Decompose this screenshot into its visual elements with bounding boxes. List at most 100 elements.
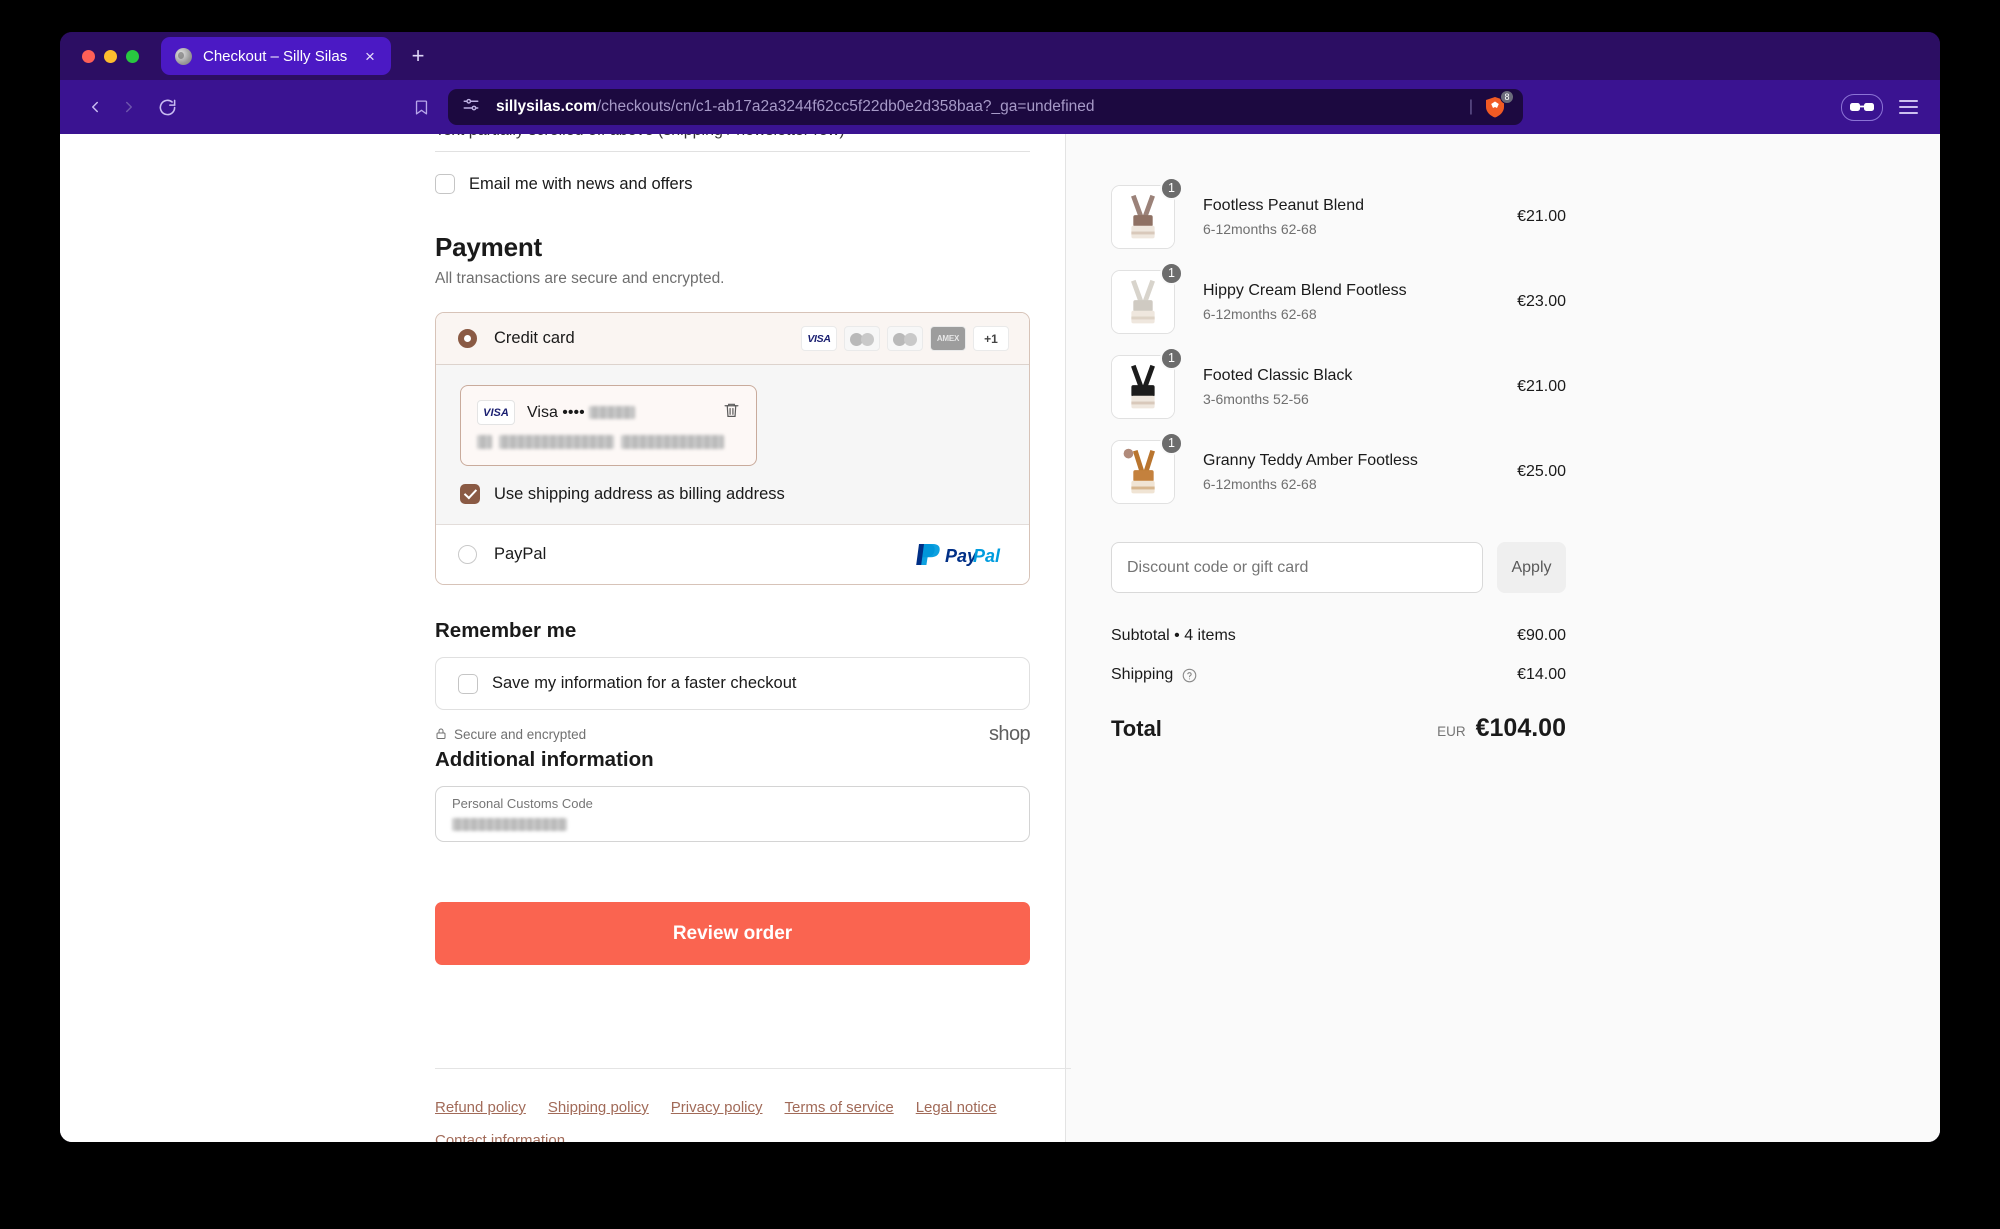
list-item: 1 Hippy Cream Blend Footless 6-12months … xyxy=(1111,259,1566,344)
site-settings-icon[interactable] xyxy=(462,96,482,119)
footer-link-contact-information[interactable]: Contact information xyxy=(435,1132,565,1142)
credit-card-option[interactable]: Credit card VISA AMEX +1 xyxy=(436,313,1029,365)
remember-me-section: Remember me Save my information for a fa… xyxy=(435,619,1031,746)
toolbar-right-group xyxy=(1841,93,1922,121)
tab-strip: Checkout – Silly Silas × + xyxy=(60,32,1940,80)
payment-title: Payment xyxy=(435,232,542,262)
tab-title: Checkout – Silly Silas xyxy=(203,47,348,65)
product-variant: 6-12months 62-68 xyxy=(1203,475,1317,492)
subtotal-label: Subtotal • 4 items xyxy=(1111,627,1236,644)
shop-pay-logo: shop xyxy=(989,723,1031,745)
browser-tab[interactable]: Checkout – Silly Silas × xyxy=(161,37,391,75)
billing-address-row[interactable]: Use shipping address as billing address xyxy=(460,466,1005,524)
card-brand-list: VISA AMEX +1 xyxy=(801,326,1009,351)
browser-menu-icon[interactable] xyxy=(1899,99,1918,115)
scrolled-off-row: Text partially scrolled off above (shipp… xyxy=(435,134,1030,152)
close-icon[interactable]: × xyxy=(361,48,379,65)
shipping-row: Shipping €14.00 xyxy=(1111,666,1566,684)
secure-encrypted-row: Secure and encrypted shop xyxy=(435,723,1031,746)
secure-text: Secure and encrypted xyxy=(454,727,587,742)
svg-text:Pal: Pal xyxy=(973,546,1001,566)
newsletter-row[interactable]: Email me with news and offers xyxy=(435,168,1030,200)
footer-link-shipping-policy[interactable]: Shipping policy xyxy=(548,1099,649,1116)
masked-customs-code xyxy=(452,818,567,832)
checkout-page: Text partially scrolled off above (shipp… xyxy=(60,134,1940,1142)
subtotal-value: €90.00 xyxy=(1517,627,1566,644)
url-divider: | xyxy=(1468,98,1473,115)
footer-link-refund-policy[interactable]: Refund policy xyxy=(435,1099,526,1116)
masked-detail-2 xyxy=(499,435,614,449)
product-variant: 3-6months 52-56 xyxy=(1203,390,1309,407)
quantity-badge: 1 xyxy=(1160,431,1183,455)
product-price: €23.00 xyxy=(1517,292,1566,310)
checkout-form-column: Text partially scrolled off above (shipp… xyxy=(60,134,1071,1142)
product-name: Footless Peanut Blend xyxy=(1203,196,1364,214)
personal-customs-code-field[interactable]: Personal Customs Code xyxy=(435,786,1030,842)
product-variant: 6-12months 62-68 xyxy=(1203,220,1317,237)
maestro-icon xyxy=(887,326,923,351)
order-summary-column: 1 Footless Peanut Blend 6-12months 62-68… xyxy=(1065,134,1940,1142)
payment-subtitle: All transactions are secure and encrypte… xyxy=(435,270,725,287)
total-label: Total xyxy=(1111,716,1162,741)
help-icon[interactable] xyxy=(1182,668,1197,683)
globe-icon xyxy=(175,47,192,65)
window-controls[interactable] xyxy=(70,49,139,63)
newsletter-label: Email me with news and offers xyxy=(469,174,693,193)
footer-link-privacy-policy[interactable]: Privacy policy xyxy=(671,1099,763,1116)
discount-input[interactable] xyxy=(1111,542,1483,593)
reader-glasses-icon[interactable] xyxy=(1841,93,1883,121)
address-bar[interactable]: sillysilas.com/checkouts/cn/c1-ab17a2a32… xyxy=(448,89,1523,125)
paypal-logo-icon: Pay Pal xyxy=(915,542,1009,568)
save-info-checkbox[interactable] xyxy=(458,673,478,694)
payment-section: Payment All transactions are secure and … xyxy=(435,232,1030,585)
paypal-option[interactable]: PayPal Pay Pal xyxy=(436,524,1029,584)
reload-icon[interactable] xyxy=(150,90,184,124)
paypal-radio[interactable] xyxy=(458,545,477,564)
apply-discount-button[interactable]: Apply xyxy=(1497,542,1566,593)
review-order-button[interactable]: Review order xyxy=(435,902,1030,965)
quantity-badge: 1 xyxy=(1160,346,1183,370)
back-icon[interactable] xyxy=(78,90,112,124)
close-window-button[interactable] xyxy=(82,49,95,63)
footer-link-legal-notice[interactable]: Legal notice xyxy=(916,1099,997,1116)
lock-icon xyxy=(435,727,447,743)
quantity-badge: 1 xyxy=(1160,261,1183,285)
url-text[interactable]: sillysilas.com/checkouts/cn/c1-ab17a2a32… xyxy=(496,98,1463,116)
personal-customs-code-label: Personal Customs Code xyxy=(452,796,593,811)
payment-methods-box: Credit card VISA AMEX +1 VISA Visa •••• … xyxy=(435,312,1030,585)
product-name: Granny Teddy Amber Footless xyxy=(1203,451,1418,469)
credit-card-radio[interactable] xyxy=(458,329,477,348)
browser-toolbar: sillysilas.com/checkouts/cn/c1-ab17a2a32… xyxy=(60,80,1940,134)
save-info-label: Save my information for a faster checkou… xyxy=(492,674,797,692)
forward-icon[interactable] xyxy=(112,90,146,124)
visa-icon: VISA xyxy=(801,326,837,351)
checkout-footer: Refund policy Shipping policy Privacy po… xyxy=(435,1068,1071,1142)
product-name: Hippy Cream Blend Footless xyxy=(1203,281,1407,299)
bookmark-icon[interactable] xyxy=(404,90,438,124)
paypal-label: PayPal xyxy=(494,545,547,563)
delete-card-icon[interactable] xyxy=(723,401,740,424)
more-cards-badge[interactable]: +1 xyxy=(973,326,1009,351)
newsletter-checkbox[interactable] xyxy=(435,174,455,194)
quantity-badge: 1 xyxy=(1160,176,1183,200)
saved-card-details xyxy=(477,435,740,449)
shipping-label-group: Shipping xyxy=(1111,666,1197,684)
brave-shield-icon[interactable]: 8 xyxy=(1483,90,1514,119)
total-row: Total EUR €104.00 xyxy=(1111,714,1566,743)
save-info-row[interactable]: Save my information for a faster checkou… xyxy=(435,657,1030,710)
billing-address-label: Use shipping address as billing address xyxy=(494,484,785,503)
additional-info-title: Additional information xyxy=(435,748,654,771)
saved-card[interactable]: VISA Visa •••• xyxy=(460,385,757,466)
maximize-window-button[interactable] xyxy=(126,49,139,63)
billing-address-checkbox[interactable] xyxy=(460,484,480,504)
credit-card-body: VISA Visa •••• Use shipping address as b… xyxy=(436,365,1029,524)
masked-card-number xyxy=(588,406,635,419)
new-tab-button[interactable]: + xyxy=(407,45,429,67)
shipping-value: €14.00 xyxy=(1517,666,1566,683)
footer-link-terms-of-service[interactable]: Terms of service xyxy=(785,1099,894,1116)
url-path: /checkouts/cn/c1-ab17a2a3244f62cc5f22db0… xyxy=(596,98,1095,115)
mastercard-icon xyxy=(844,326,880,351)
total-currency: EUR xyxy=(1437,724,1466,739)
minimize-window-button[interactable] xyxy=(104,49,117,63)
product-price: €25.00 xyxy=(1517,462,1566,480)
